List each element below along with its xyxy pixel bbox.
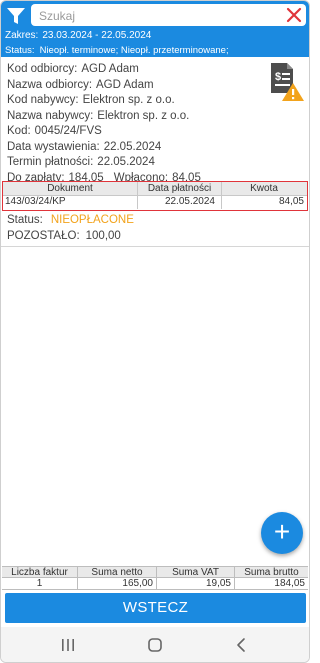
range-value: 23.03.2024 - 22.05.2024 [42, 30, 152, 41]
close-icon[interactable] [285, 6, 303, 24]
summary-net: 165,00 [77, 578, 156, 589]
buyer-name-row: Nazwa nabywcy: Elektron sp. z o.o. [7, 109, 267, 125]
due-date-value: 22.05.2024 [97, 156, 155, 168]
customer-code-row: Kod odbiorcy: AGD Adam [7, 62, 267, 78]
payments-table: Dokument Data płatności Kwota 143/03/24/… [2, 181, 308, 211]
issue-date-label: Data wystawienia: [7, 140, 100, 153]
remaining-label: POZOSTAŁO: [7, 230, 80, 242]
issue-date-value: 22.05.2024 [103, 140, 162, 153]
customer-name-row: Nazwa odbiorcy: AGD Adam [7, 78, 267, 94]
status-filter-label: Status: [5, 45, 35, 56]
payment-status-value: NIEOPŁACONE [50, 214, 134, 226]
buyer-code-label: Kod nabywcy: [7, 94, 79, 106]
add-button[interactable]: + [261, 512, 303, 554]
remaining-amount: POZOSTAŁO: 100,00 [7, 230, 121, 242]
summary-header-net: Suma netto [77, 567, 156, 578]
invoice-warning-icon: $ [267, 61, 305, 103]
invoice-code-value: 0045/24/FVS [34, 125, 102, 137]
summary-table: Liczba faktur Suma netto Suma VAT Suma b… [2, 566, 308, 590]
due-date-label: Termin płatności: [7, 156, 94, 168]
buyer-name-label: Nazwa nabywcy: [7, 109, 94, 122]
column-header-amount: Kwota [221, 182, 306, 195]
search-input[interactable] [37, 6, 281, 26]
customer-code-label: Kod odbiorcy: [7, 63, 78, 75]
filter-icon[interactable] [5, 5, 27, 27]
range-label: Zakres: [5, 30, 39, 41]
remaining-value: 100,00 [85, 230, 121, 242]
summary-vat: 19,05 [156, 578, 234, 589]
invoice-details: Kod odbiorcy: AGD Adam Nazwa odbiorcy: AGD… [7, 62, 267, 186]
divider [1, 246, 309, 247]
customer-code-value: AGD Adam [81, 63, 139, 75]
payments-table-header: Dokument Data płatności Kwota [3, 182, 307, 196]
column-header-document: Dokument [47, 183, 93, 194]
payment-document: 143/03/24/KP [5, 196, 66, 207]
date-range: Zakres: 23.03.2024 - 22.05.2024 [5, 30, 151, 41]
system-nav-bar [1, 627, 309, 662]
customer-name-value: AGD Adam [96, 78, 154, 91]
buyer-code-value: Elektron sp. z o.o. [82, 94, 175, 106]
buyer-name-value: Elektron sp. z o.o. [97, 109, 190, 122]
payment-amount: 84,05 [221, 195, 306, 209]
summary-gross: 184,05 [234, 578, 308, 589]
summary-invoice-count: 1 [36, 578, 43, 589]
status-filter-value: Nieopł. terminowe; Nieopł. przeterminowa… [39, 45, 229, 56]
buyer-code-row: Kod nabywcy: Elektron sp. z o.o. [7, 93, 267, 109]
app-frame: Zakres:23.03.2024 - 22.05.2024 Status: Ni… [0, 0, 310, 663]
invoice-code-label: Kod: [7, 125, 31, 137]
invoice-code-row: Kod: 0045/24/FVS [7, 124, 267, 140]
payment-status: Status: NIEOPŁACONE [7, 214, 134, 226]
plus-icon: + [273, 516, 291, 547]
summary-header-invoice-count: Liczba faktur [2, 567, 77, 578]
svg-text:$: $ [275, 71, 281, 83]
due-date-row: Termin płatności: 22.05.2024 [7, 155, 267, 171]
search-box [31, 4, 306, 26]
issue-date-row: Data wystawienia: 22.05.2024 [7, 140, 267, 156]
back-button[interactable]: WSTECZ [5, 593, 306, 623]
filter-header: Zakres:23.03.2024 - 22.05.2024 Status: Ni… [1, 1, 309, 57]
customer-name-label: Nazwa odbiorcy: [7, 78, 93, 91]
home-icon[interactable] [145, 635, 165, 655]
payment-date: 22.05.2024 [137, 195, 221, 209]
summary-header-gross: Suma brutto [234, 567, 308, 578]
column-header-payment-date: Data płatności [137, 182, 221, 195]
summary-header-vat: Suma VAT [156, 567, 234, 578]
back-icon[interactable] [231, 635, 251, 655]
recent-apps-icon[interactable] [58, 635, 78, 655]
payment-status-label: Status: [7, 214, 43, 226]
status-filter: Status: Nieopł. terminowe; Nieopł. przete… [5, 45, 229, 56]
